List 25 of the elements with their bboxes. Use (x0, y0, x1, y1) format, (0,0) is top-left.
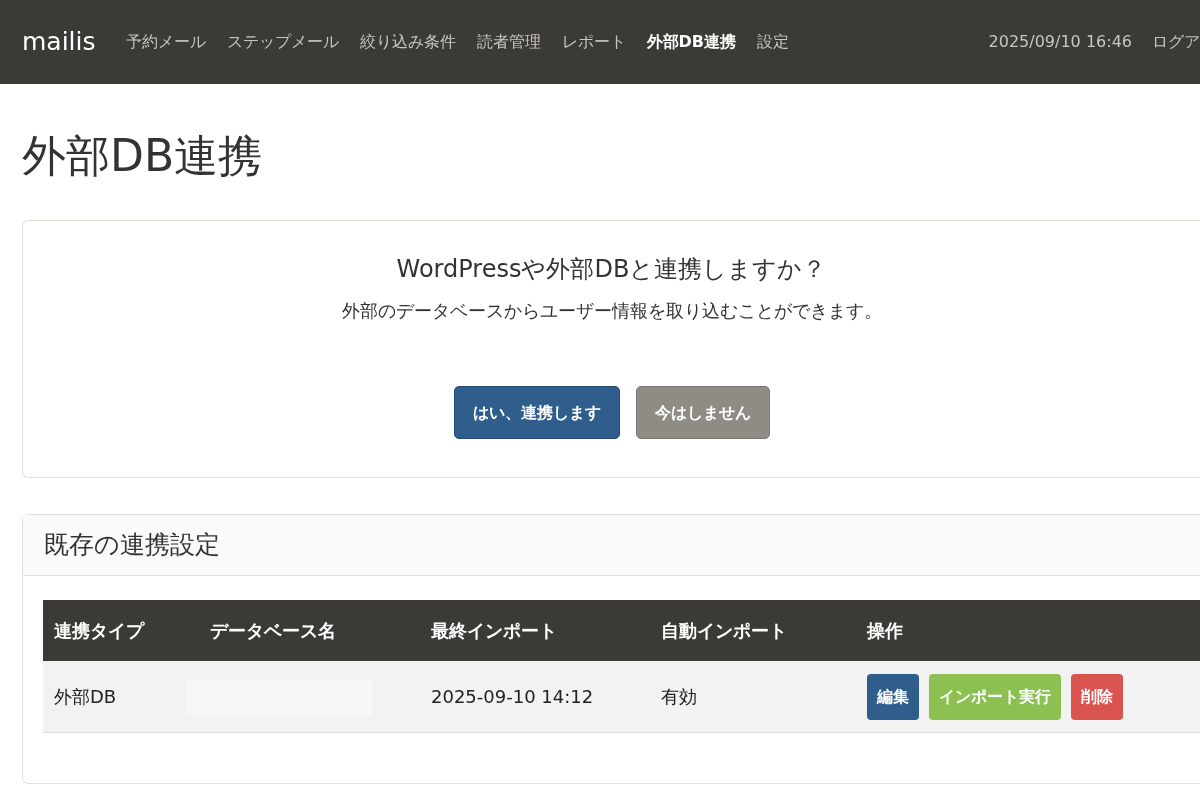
logout-link[interactable]: ログア (1152, 30, 1200, 54)
prompt-description: 外部のデータベースからユーザー情報を取り込むことができます。 (341, 299, 882, 323)
nav-link[interactable]: 外部DB連携 (646, 30, 737, 54)
nav-link[interactable]: ステップメール (226, 30, 339, 54)
column-header: 操作 (866, 619, 903, 643)
nav-link[interactable]: 絞り込み条件 (359, 30, 456, 54)
prompt-heading: WordPressや外部DBと連携しますか？ (396, 254, 827, 285)
column-header: 連携タイプ (53, 619, 146, 643)
page-title: 外部DB連携 (22, 129, 264, 183)
delete-button[interactable]: 削除 (1071, 673, 1123, 720)
table-cell-text: 外部DB (53, 685, 118, 709)
edit-button[interactable]: 編集 (867, 673, 919, 720)
column-header: データベース名 (209, 619, 337, 643)
nav-link[interactable]: 読者管理 (476, 30, 541, 54)
column-header: 最終インポート (430, 619, 558, 643)
nav-link[interactable]: 予約メール (125, 30, 206, 54)
table-cell-text: 2025-09-10 14:12 (430, 685, 595, 709)
nav-link[interactable]: 設定 (757, 30, 790, 54)
brand-logo[interactable]: mailis (22, 23, 96, 61)
nav-link[interactable]: レポート (561, 30, 626, 54)
confirm-button[interactable]: はい、連携します (453, 386, 620, 439)
card-title: 既存の連携設定 (44, 529, 220, 562)
datetime-text: 2025/09/10 16:46 (988, 31, 1132, 53)
column-header: 自動インポート (660, 619, 788, 643)
table-cell-text: 有効 (660, 685, 698, 709)
